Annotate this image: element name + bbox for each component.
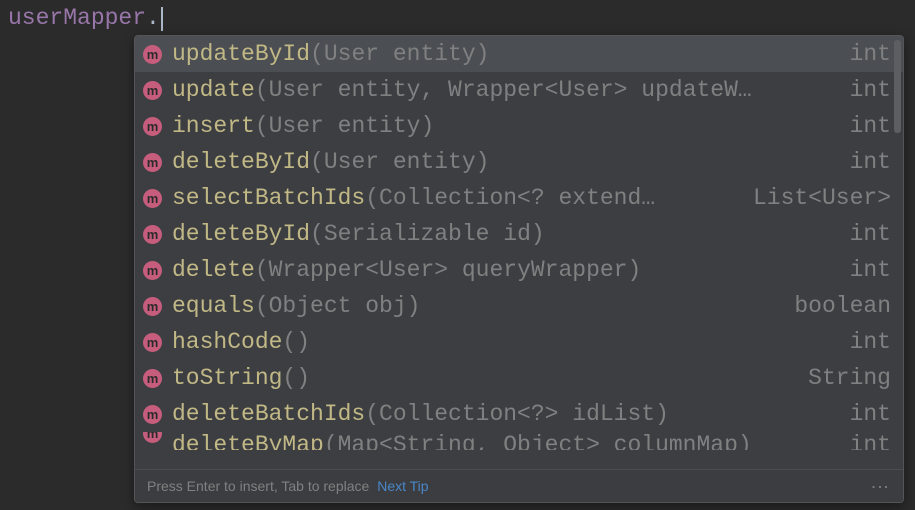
error-underline-icon	[167, 30, 183, 34]
method-signature: hashCode()	[172, 329, 834, 355]
completion-item[interactable]: m selectBatchIds(Collection<? extend… List…	[135, 180, 903, 216]
method-name: updateById	[172, 41, 310, 67]
method-name: delete	[172, 257, 255, 283]
method-signature: deleteByMap(Map<String, Object> columnMa…	[172, 432, 834, 450]
return-type: List<User>	[753, 185, 891, 211]
method-icon: m	[143, 333, 162, 352]
method-params: (Wrapper<User> queryWrapper)	[255, 257, 641, 283]
return-type: String	[808, 365, 891, 391]
method-icon: m	[143, 405, 162, 424]
method-signature: update(User entity, Wrapper<User> update…	[172, 77, 834, 103]
code-line[interactable]: userMapper.	[8, 4, 163, 32]
method-params: (Collection<? extend…	[365, 185, 655, 211]
method-signature: insert(User entity)	[172, 113, 834, 139]
method-signature: equals(Object obj)	[172, 293, 778, 319]
completion-item[interactable]: m toString() String	[135, 360, 903, 396]
return-type: int	[850, 41, 891, 67]
method-icon: m	[143, 225, 162, 244]
method-params: (Object obj)	[255, 293, 421, 319]
method-icon: m	[143, 117, 162, 136]
method-name: hashCode	[172, 329, 282, 355]
return-type: int	[850, 329, 891, 355]
method-name: selectBatchIds	[172, 185, 365, 211]
method-icon: m	[143, 432, 162, 443]
scrollbar-thumb[interactable]	[894, 40, 901, 133]
method-name: insert	[172, 113, 255, 139]
method-signature: deleteById(User entity)	[172, 149, 834, 175]
completion-list[interactable]: mupdateById(User entity)intmupdate(User …	[135, 36, 903, 469]
completion-item[interactable]: m deleteBatchIds(Collection<?> idList) int	[135, 396, 903, 432]
method-signature: deleteBatchIds(Collection<?> idList)	[172, 401, 834, 427]
completion-item[interactable]: mequals(Object obj)boolean	[135, 288, 903, 324]
completion-item[interactable]: m deleteById(Serializable id) int	[135, 216, 903, 252]
method-icon: m	[143, 261, 162, 280]
completion-item[interactable]: minsert(User entity)int	[135, 108, 903, 144]
method-icon: m	[143, 81, 162, 100]
method-name: deleteByMap	[172, 432, 324, 450]
method-signature: updateById(User entity)	[172, 41, 834, 67]
method-signature: toString()	[172, 365, 792, 391]
method-name: update	[172, 77, 255, 103]
more-options-icon[interactable]: ⋮	[869, 478, 891, 495]
completion-item[interactable]: m deleteById(User entity) int	[135, 144, 903, 180]
method-icon: m	[143, 153, 162, 172]
method-name: toString	[172, 365, 282, 391]
return-type: int	[850, 77, 891, 103]
method-icon: m	[143, 189, 162, 208]
method-params: (User entity)	[310, 149, 489, 175]
method-icon: m	[143, 369, 162, 388]
completion-item[interactable]: mupdate(User entity, Wrapper<User> updat…	[135, 72, 903, 108]
footer-hint-text: Press Enter to insert, Tab to replace	[147, 478, 369, 494]
method-icon: m	[143, 45, 162, 64]
method-name: equals	[172, 293, 255, 319]
text-cursor	[161, 7, 163, 31]
return-type: int	[850, 432, 891, 450]
method-params: (Collection<?> idList)	[365, 401, 669, 427]
return-type: int	[850, 149, 891, 175]
method-params: (User entity)	[255, 113, 434, 139]
method-name: deleteBatchIds	[172, 401, 365, 427]
variable-name: userMapper	[8, 5, 146, 31]
member-access-dot: .	[146, 5, 160, 31]
return-type: int	[850, 257, 891, 283]
method-name: deleteById	[172, 149, 310, 175]
return-type: boolean	[794, 293, 891, 319]
method-params: ()	[282, 329, 310, 355]
method-params: (Map<String, Object> columnMap)	[324, 432, 752, 450]
method-params: (Serializable id)	[310, 221, 545, 247]
method-params: (User entity)	[310, 41, 489, 67]
return-type: int	[850, 113, 891, 139]
return-type: int	[850, 221, 891, 247]
completion-item[interactable]: mdelete(Wrapper<User> queryWrapper)int	[135, 252, 903, 288]
next-tip-link[interactable]: Next Tip	[377, 478, 428, 494]
completion-item[interactable]: m updateById(User entity) int	[135, 36, 903, 72]
completion-footer: Press Enter to insert, Tab to replace Ne…	[135, 469, 903, 502]
return-type: int	[850, 401, 891, 427]
method-signature: delete(Wrapper<User> queryWrapper)	[172, 257, 834, 283]
completion-popup: mupdateById(User entity)intmupdate(User …	[134, 35, 904, 503]
completion-item[interactable]: m hashCode() int	[135, 324, 903, 360]
method-signature: deleteById(Serializable id)	[172, 221, 834, 247]
completion-item[interactable]: m deleteByMap(Map<String, Object> columnM…	[135, 432, 903, 450]
method-icon: m	[143, 297, 162, 316]
method-params: (User entity, Wrapper<User> updateW…	[255, 77, 752, 103]
method-signature: selectBatchIds(Collection<? extend…	[172, 185, 737, 211]
method-params: ()	[282, 365, 310, 391]
method-name: deleteById	[172, 221, 310, 247]
